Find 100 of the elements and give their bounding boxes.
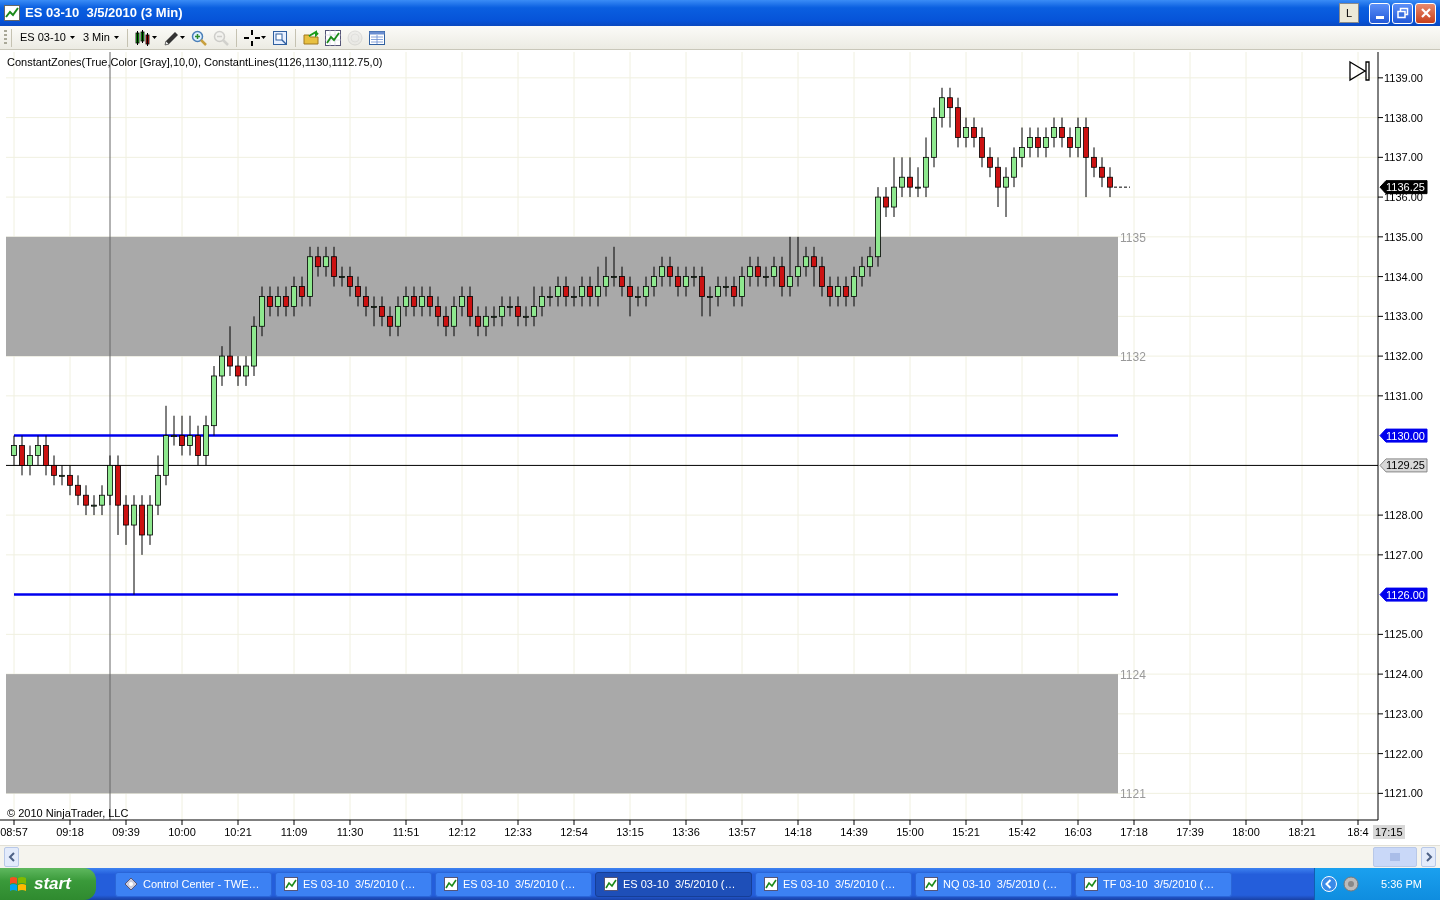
candlestick	[43, 435, 49, 476]
axis-label: 1132.00	[1384, 350, 1423, 363]
flag-icon	[8, 875, 28, 893]
candlestick	[403, 286, 409, 317]
candlestick	[243, 355, 249, 387]
close-button[interactable]	[1415, 2, 1436, 24]
chart-icon	[604, 877, 618, 891]
candlestick	[1067, 127, 1073, 158]
candlestick	[563, 276, 569, 307]
copyright-text: © 2010 NinjaTrader, LLC	[7, 807, 129, 819]
axis-label: 1125.00	[1384, 628, 1423, 641]
taskbar-button[interactable]: ES 03-10 3/5/2010 (…	[595, 871, 752, 897]
candlestick	[1043, 127, 1049, 158]
minimize-button[interactable]	[1369, 2, 1390, 24]
axis-label: 14:18	[784, 826, 812, 838]
candlestick	[843, 276, 849, 307]
scroll-left-button[interactable]	[4, 847, 19, 867]
candlestick	[1035, 127, 1041, 158]
grip-icon	[1390, 853, 1400, 861]
candlestick	[627, 276, 633, 317]
axis-label: 12:33	[504, 826, 532, 838]
taskbar-button[interactable]: Control Center - TWE…	[115, 871, 272, 897]
candlestick	[611, 246, 617, 288]
taskbar-button[interactable]: ES 03-10 3/5/2010 (…	[275, 871, 432, 897]
link-button[interactable]: L	[1339, 3, 1359, 23]
candlestick	[259, 286, 265, 337]
candlestick	[379, 295, 385, 327]
candlestick	[99, 484, 105, 516]
candlestick	[315, 246, 321, 278]
candlestick	[619, 266, 625, 297]
candlestick	[211, 365, 217, 437]
axis-label: 13:15	[616, 826, 644, 838]
axis-label: 10:21	[224, 826, 252, 838]
start-button[interactable]: start	[0, 868, 96, 900]
axis-label: 15:00	[896, 826, 924, 838]
clock-text: 5:36 PM	[1381, 876, 1422, 892]
axis-label: 18:4	[1347, 826, 1369, 838]
candlestick	[923, 136, 929, 198]
candlestick	[451, 295, 457, 337]
properties-icon	[271, 29, 288, 46]
candlestick	[707, 286, 713, 317]
candlestick	[483, 305, 489, 337]
candlestick	[475, 305, 481, 337]
chart-icon	[324, 29, 341, 46]
caret-icon	[151, 36, 157, 39]
candlestick	[1075, 117, 1081, 158]
candlestick	[59, 464, 65, 486]
candlestick	[27, 445, 33, 476]
chevron-left-icon	[7, 852, 16, 862]
candlestick	[67, 464, 73, 496]
chevron-icon[interactable]	[1321, 876, 1338, 892]
axis-label: 18:00	[1232, 826, 1260, 838]
candlestick	[947, 87, 953, 129]
candlestick	[995, 156, 1001, 208]
chart-icon	[764, 877, 778, 891]
restore-button[interactable]	[1392, 2, 1413, 24]
scrollbar-thumb[interactable]	[1373, 847, 1417, 867]
candlestick	[395, 295, 401, 337]
zoom-out-icon	[212, 29, 229, 46]
scroll-right-button[interactable]	[1421, 847, 1436, 867]
axis-label: 1127.00	[1384, 548, 1423, 561]
caret-icon	[179, 36, 185, 39]
taskbar-button[interactable]: ES 03-10 3/5/2010 (…	[755, 871, 912, 897]
candlestick	[171, 415, 177, 447]
crosshair-icon	[243, 29, 260, 46]
axis-label: 1138.00	[1384, 111, 1423, 124]
zone-label: 1124	[1120, 668, 1146, 683]
axis-label: 11:51	[392, 826, 420, 838]
candlestick	[731, 276, 737, 307]
candlestick	[891, 156, 897, 218]
taskbar-button[interactable]: ES 03-10 3/5/2010 (…	[435, 871, 592, 897]
taskbar-button[interactable]: TF 03-10 3/5/2010 (…	[1075, 871, 1232, 897]
chevron-right-icon	[1424, 852, 1433, 862]
taskbar-button[interactable]: NQ 03-10 3/5/2010 (…	[915, 871, 1072, 897]
candlestick	[1011, 146, 1017, 188]
candlestick	[859, 256, 865, 288]
jump-to-end-icon[interactable]	[1349, 60, 1370, 82]
axis-label: 11:09	[280, 826, 308, 838]
candlestick	[955, 97, 961, 148]
instrument-dropdown[interactable]: ES 03-10	[16, 29, 79, 46]
candlestick	[371, 295, 377, 327]
interval-dropdown[interactable]: 3 Min	[78, 29, 123, 46]
candlestick	[963, 117, 969, 148]
candlestick	[819, 256, 825, 297]
candlestick	[803, 246, 809, 278]
candlestick	[1099, 156, 1105, 188]
close-icon	[1419, 7, 1432, 19]
candlestick	[587, 276, 593, 307]
candlestick	[795, 236, 801, 288]
zone-label: 1132	[1120, 350, 1146, 365]
candlestick	[939, 87, 945, 129]
candlestick	[899, 156, 905, 198]
candlestick	[635, 286, 641, 307]
candlestick	[531, 286, 537, 327]
candlestick	[1107, 166, 1113, 198]
candlestick	[747, 256, 753, 288]
axis-label: 1133.00	[1384, 310, 1423, 323]
candlestick	[347, 266, 353, 297]
candlestick	[827, 276, 833, 307]
candlestick	[11, 435, 17, 466]
